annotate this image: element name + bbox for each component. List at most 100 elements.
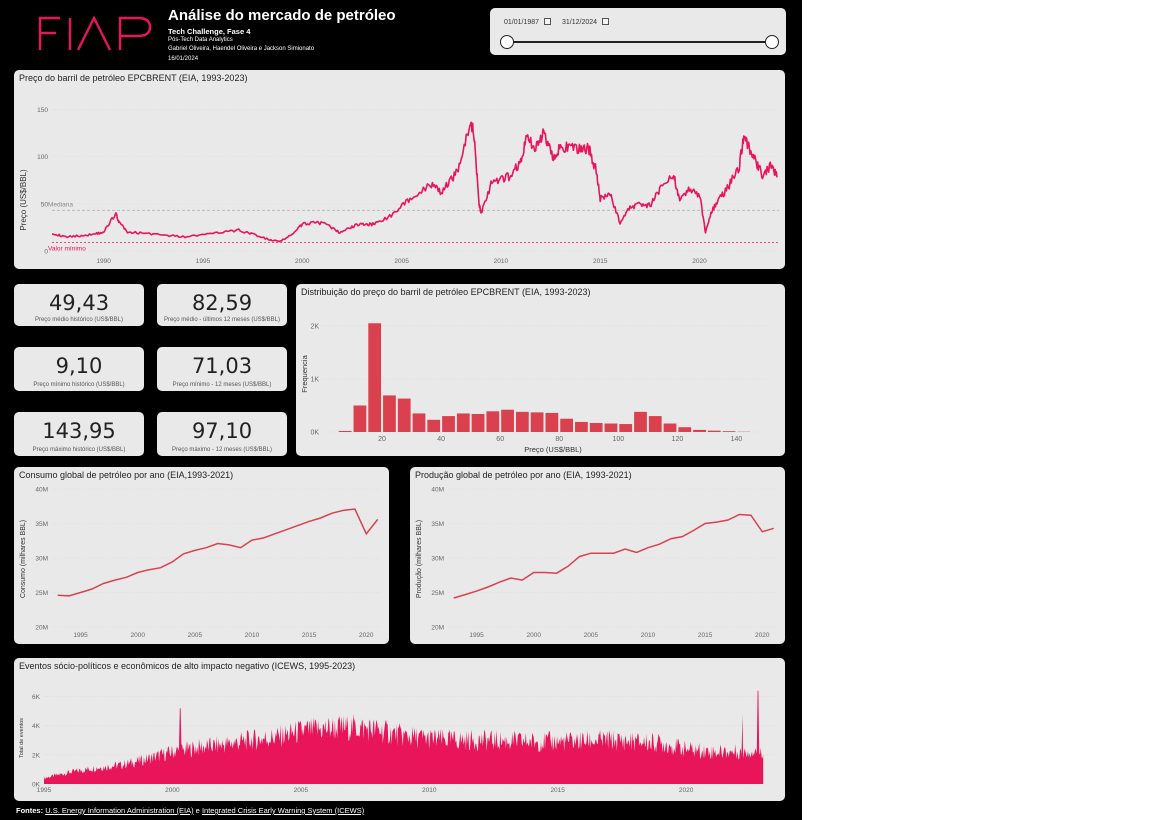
events-chart-card: Eventos sócio-políticos e econômicos de …	[14, 658, 785, 801]
kpi-label: Preço máximo histórico (US$/BBL)	[32, 447, 126, 453]
histogram-x-tick-label: 100	[612, 436, 624, 443]
slider-end-handle[interactable]	[765, 35, 779, 49]
histogram-bar	[338, 430, 352, 432]
kpi-label: Preço máximo - 12 meses (US$/BBL)	[171, 447, 273, 453]
prod-x-tick-label: 2010	[641, 632, 656, 639]
prod-x-tick-label: 2015	[698, 632, 713, 639]
report-date: 16/01/2024	[168, 56, 199, 62]
authors: Gabriel Oliveira, Haendel Oliveira e Jac…	[168, 46, 315, 52]
footer-prefix: Fontes:	[16, 806, 44, 815]
footer-sources: Fontes: U.S. Energy Information Administ…	[16, 806, 364, 815]
prod-x-tick-label: 1995	[469, 632, 484, 639]
production-chart: Produção (milhares BBL) 20M25M30M35M40M …	[416, 487, 776, 639]
histogram-bar	[353, 405, 367, 432]
price-x-tick-label: 1995	[196, 258, 211, 265]
kpi-value: 82,59	[191, 291, 253, 315]
cons-x-tick-label: 1995	[73, 632, 88, 639]
kpi-card-avg-12m: 82,59 Preço médio - últimos 12 meses (US…	[157, 284, 287, 326]
dashboard-subtitle: Tech Challenge, Fase 4	[168, 27, 251, 36]
events-y-tick-label: 6K	[32, 694, 41, 701]
prod-x-tick-label: 2005	[584, 632, 599, 639]
price-chart: Preço (US$/BBL) 050100150 1990 1995 2000 20…	[19, 107, 779, 265]
icews-source-link[interactable]: Integrated Crisis Early Warning System (…	[202, 806, 364, 815]
histogram-bar	[515, 411, 529, 432]
kpi-label: Preço médio histórico (US$/BBL)	[34, 317, 124, 323]
histogram-bar	[707, 430, 721, 432]
footer-conjunction: e	[193, 806, 202, 815]
histogram-x-axis-label: Preço (US$/BBL)	[524, 445, 582, 454]
dashboard: Análise do mercado de petróleo Tech Chal…	[0, 0, 802, 820]
median-label: Mediana	[48, 201, 73, 208]
price-y-tick-label: 100	[37, 154, 48, 161]
price-histogram: Frequencia Preço (US$/BBL) 0K 1K 2K 20 40 60…	[300, 323, 766, 454]
histogram-bar	[397, 398, 411, 432]
calendar-icon[interactable]	[602, 18, 609, 25]
min-value-label: Valor mínimo	[48, 245, 86, 252]
slider-track[interactable]	[508, 41, 772, 43]
cons-x-tick-label: 2010	[245, 632, 260, 639]
events-x-tick-label: 2000	[165, 787, 180, 794]
histogram-bar	[722, 431, 736, 432]
cons-x-tick-label: 2020	[359, 632, 374, 639]
kpi-card-min-historic: 9,10 Preço mínimo histórico (US$/BBL)	[14, 347, 144, 391]
kpi-label: Preço médio - últimos 12 meses (US$/BBL)	[163, 317, 281, 323]
cons-y-tick-label: 25M	[35, 590, 48, 597]
consumption-chart-card: Consumo global de petróleo por ano (EIA,…	[14, 467, 389, 644]
events-x-tick-label: 1995	[37, 787, 52, 794]
production-y-axis-label: Produção (milhares BBL)	[416, 520, 423, 598]
kpi-value: 97,10	[191, 419, 253, 443]
histogram-bar	[383, 395, 396, 432]
histogram-bar	[501, 409, 514, 432]
histogram-bar	[648, 416, 662, 432]
price-y-tick-label: 150	[37, 107, 48, 114]
histogram-bar	[604, 423, 618, 432]
consumption-y-axis-label: Consumo (milhares BBL)	[20, 520, 27, 598]
prod-y-tick-label: 25M	[431, 590, 444, 597]
histogram-bar	[560, 418, 574, 432]
prod-y-tick-label: 20M	[431, 625, 444, 632]
cons-y-tick-label: 20M	[35, 625, 48, 632]
events-x-tick-label: 2010	[422, 787, 437, 794]
events-y-tick-label: 4K	[32, 723, 41, 730]
histogram-x-tick-label: 140	[731, 436, 743, 443]
histogram-x-tick-label: 80	[555, 436, 563, 443]
date-range-slicer[interactable]: 01/01/1987 31/12/2024	[490, 8, 786, 55]
histogram-bar	[663, 423, 677, 432]
events-chart: Total de eventos 0K2K4K6K 1995 2000 2005 20…	[19, 690, 776, 794]
histogram-y-tick-label: 1K	[310, 376, 319, 383]
kpi-card-avg-historic: 49,43 Preço médio histórico (US$/BBL)	[14, 284, 144, 326]
price-x-tick-label: 2010	[494, 258, 509, 265]
slider-start-handle[interactable]	[500, 35, 514, 49]
price-chart-card: Preço do barril de petróleo EPCBRENT (EI…	[14, 70, 785, 269]
histogram-bar	[368, 323, 382, 432]
cons-x-tick-label: 2005	[188, 632, 203, 639]
consumption-chart: Consumo (milhares BBL) 20M 25M 30M 35M 40M 1…	[20, 487, 380, 639]
histogram-bar	[412, 413, 426, 432]
cons-x-tick-label: 2000	[130, 632, 145, 639]
histogram-bar	[619, 424, 633, 432]
histogram-bar	[427, 419, 441, 432]
kpi-card-min-12m: 71,03 Preço mínimo - 12 meses (US$/BBL)	[157, 347, 287, 391]
price-y-axis-label: Preço (US$/BBL)	[19, 169, 28, 231]
consumption-series-line	[57, 508, 379, 597]
prod-x-tick-label: 2000	[526, 632, 541, 639]
histogram-bar	[693, 429, 706, 432]
histogram-y-tick-label: 2K	[310, 323, 319, 330]
start-date-field[interactable]: 01/01/1987	[504, 19, 539, 26]
histogram-y-tick-label: 0K	[310, 430, 319, 437]
dashboard-title: Análise do mercado de petróleo	[168, 7, 396, 24]
histogram-bar	[634, 411, 647, 432]
cons-y-tick-label: 35M	[35, 521, 48, 528]
eia-source-link[interactable]: U.S. Energy Information Administration (…	[45, 806, 193, 815]
events-series-area	[44, 690, 764, 784]
end-date-field[interactable]: 31/12/2024	[562, 19, 597, 26]
histogram-bar	[456, 413, 470, 432]
production-chart-card: Produção global de petróleo por ano (EIA…	[410, 467, 785, 644]
cons-x-tick-label: 2015	[302, 632, 317, 639]
cons-y-tick-label: 40M	[35, 487, 48, 494]
kpi-value: 71,03	[191, 354, 253, 378]
histogram-x-tick-label: 60	[496, 436, 504, 443]
calendar-icon[interactable]	[544, 18, 551, 25]
events-x-tick-label: 2005	[294, 787, 309, 794]
kpi-label: Preço mínimo - 12 meses (US$/BBL)	[172, 382, 272, 388]
